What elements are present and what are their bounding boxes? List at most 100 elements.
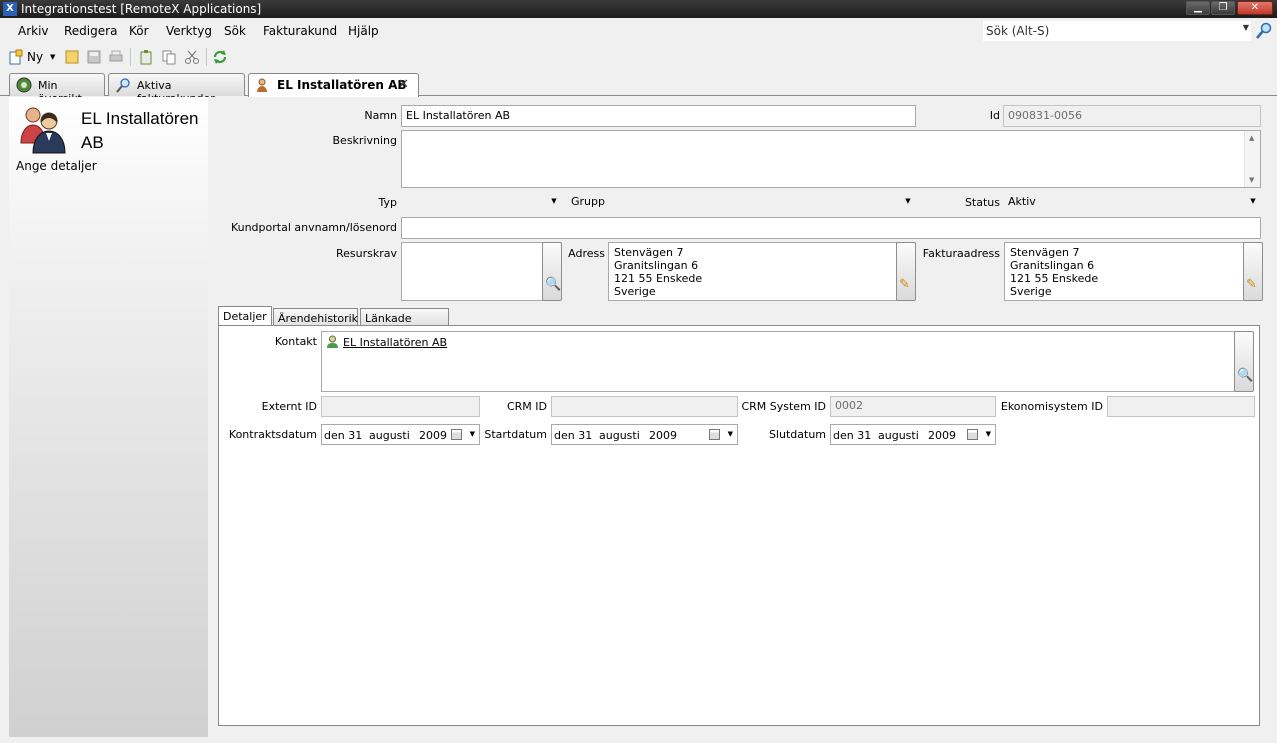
id-label: Id	[989, 109, 1000, 122]
address-line: 121 55 Enskede	[1010, 272, 1099, 285]
id-field: 090831-0056	[1003, 105, 1261, 127]
contact-search-button[interactable]: 🔍	[1234, 331, 1254, 392]
calendar-icon[interactable]	[709, 429, 720, 440]
new-dropdown-icon[interactable]: ▼	[50, 53, 55, 61]
date-month[interactable]: augusti	[599, 429, 640, 442]
new-button-label[interactable]: Ny	[27, 50, 43, 64]
chevron-down-icon[interactable]: ▼	[1246, 194, 1260, 209]
group-label: Grupp	[571, 195, 605, 208]
date-year[interactable]: 2009	[649, 429, 677, 442]
chevron-down-icon[interactable]: ▼	[986, 430, 991, 438]
date-year[interactable]: 2009	[928, 429, 956, 442]
tab-label: EL Installatören AB	[277, 78, 407, 92]
name-label: Namn	[364, 109, 397, 122]
portal-field[interactable]	[401, 217, 1261, 239]
window-title: Integrationstest [RemoteX Applications]	[21, 2, 262, 16]
menu-fakturakund[interactable]: Fakturakund	[263, 24, 337, 38]
global-search-input[interactable]: Sök (Alt-S) ▼	[983, 21, 1251, 41]
menu-arkiv[interactable]: Arkiv	[18, 24, 49, 38]
address-label: Adress	[568, 247, 605, 260]
refresh-icon[interactable]	[212, 49, 228, 65]
address-line: Sverige	[614, 285, 656, 298]
maximize-button[interactable]: ❐	[1211, 1, 1235, 15]
customer-contacts-icon	[17, 103, 71, 157]
address-field[interactable]: Stenvägen 7 Granitslingan 6 121 55 Enske…	[608, 242, 897, 301]
search-icon: 🔍	[545, 277, 562, 292]
contact-field[interactable]: EL Installatören AB	[321, 331, 1235, 392]
date-day[interactable]: den 31	[554, 429, 592, 442]
economy-system-id-field	[1107, 396, 1255, 417]
resource-field[interactable]	[401, 242, 543, 301]
crm-id-field	[551, 396, 738, 417]
name-field[interactable]: EL Installatören AB	[401, 105, 916, 127]
crm-system-id-label: CRM System ID	[741, 400, 826, 413]
resource-search-button[interactable]: 🔍	[542, 242, 562, 301]
type-label: Typ	[378, 196, 398, 209]
menu-redigera[interactable]: Redigera	[64, 24, 117, 38]
main-form: Namn EL Installatören AB Id 090831-0056 …	[208, 97, 1273, 737]
print-icon[interactable]	[108, 49, 124, 65]
scroll-down-icon[interactable]: ▼	[1249, 176, 1254, 184]
crm-id-label: CRM ID	[506, 400, 547, 413]
chevron-down-icon[interactable]: ▼	[728, 430, 733, 438]
minimize-button[interactable]: ▁	[1186, 1, 1210, 15]
description-field[interactable]: ▲ ▼	[401, 130, 1261, 188]
chevron-down-icon[interactable]: ▼	[547, 194, 561, 209]
calendar-icon[interactable]	[451, 429, 462, 440]
scroll-up-icon[interactable]: ▲	[1249, 134, 1254, 142]
address-line: Stenvägen 7	[1010, 246, 1080, 259]
end-date-label: Slutdatum	[768, 428, 826, 441]
save-icon[interactable]	[86, 49, 102, 65]
invoice-address-edit-button[interactable]: ✎	[1243, 242, 1263, 301]
date-day[interactable]: den 31	[324, 429, 362, 442]
date-year[interactable]: 2009	[419, 429, 447, 442]
search-dropdown-icon[interactable]: ▼	[1243, 23, 1249, 32]
toolbar-separator	[206, 48, 207, 66]
contact-icon	[255, 77, 271, 93]
search-icon	[115, 77, 131, 93]
menu-hjalp[interactable]: Hjälp	[348, 24, 379, 38]
app-logo-icon: X	[3, 2, 17, 16]
date-month[interactable]: augusti	[878, 429, 919, 442]
invoice-address-field[interactable]: Stenvägen 7 Granitslingan 6 121 55 Enske…	[1004, 242, 1244, 301]
date-day[interactable]: den 31	[833, 429, 871, 442]
type-select[interactable]: ▼	[401, 192, 562, 212]
close-button[interactable]: ✕	[1237, 1, 1273, 15]
tab-el-installatoren[interactable]: EL Installatören AB ✕	[248, 73, 419, 97]
end-date-picker[interactable]: den 31 augusti 2009 ▼	[830, 424, 996, 445]
group-select[interactable]: Grupp ▼	[568, 192, 916, 212]
tab-close-icon[interactable]: ✕	[398, 77, 409, 92]
address-line: Stenvägen 7	[614, 246, 684, 259]
entity-title: EL Installatören AB	[81, 109, 199, 152]
details-panel: Kontakt EL Installatören AB 🔍 Externt ID…	[218, 325, 1260, 726]
pencil-icon: ✎	[899, 277, 910, 292]
contact-link[interactable]: EL Installatören AB	[343, 336, 447, 349]
menu-verktyg[interactable]: Verktyg	[166, 24, 212, 38]
description-scrollbar[interactable]: ▲ ▼	[1244, 131, 1260, 187]
address-line: 121 55 Enskede	[614, 272, 703, 285]
tab-detaljer[interactable]: Detaljer	[218, 306, 272, 327]
tab-min-oversikt[interactable]: Min översikt	[9, 73, 105, 105]
status-value: Aktiv	[1008, 195, 1036, 208]
enter-details-link[interactable]: Ange detaljer	[16, 159, 97, 173]
date-month[interactable]: augusti	[369, 429, 410, 442]
paste-icon[interactable]	[138, 49, 154, 65]
new-document-icon[interactable]	[8, 49, 24, 65]
open-folder-icon[interactable]	[64, 49, 80, 65]
description-label: Beskrivning	[332, 134, 398, 147]
cut-icon[interactable]	[184, 49, 200, 65]
calendar-icon[interactable]	[967, 429, 978, 440]
menu-sok[interactable]: Sök	[224, 24, 246, 38]
external-id-field	[321, 396, 480, 417]
resource-label: Resurskrav	[335, 247, 397, 260]
status-select[interactable]: Aktiv ▼	[1005, 192, 1261, 212]
document-tabstrip: Min översikt Aktiva fakturakunder EL Ins…	[0, 70, 1277, 105]
contact-label: Kontakt	[274, 335, 317, 348]
copy-icon[interactable]	[161, 49, 177, 65]
search-icon[interactable]	[1255, 22, 1273, 40]
start-date-picker[interactable]: den 31 augusti 2009 ▼	[551, 424, 738, 445]
chevron-down-icon[interactable]: ▼	[901, 194, 915, 209]
tab-aktiva-fakturakunder[interactable]: Aktiva fakturakunder	[108, 73, 245, 105]
menu-kor[interactable]: Kör	[129, 24, 149, 38]
contract-date-picker[interactable]: den 31 augusti 2009 ▼	[321, 424, 480, 445]
